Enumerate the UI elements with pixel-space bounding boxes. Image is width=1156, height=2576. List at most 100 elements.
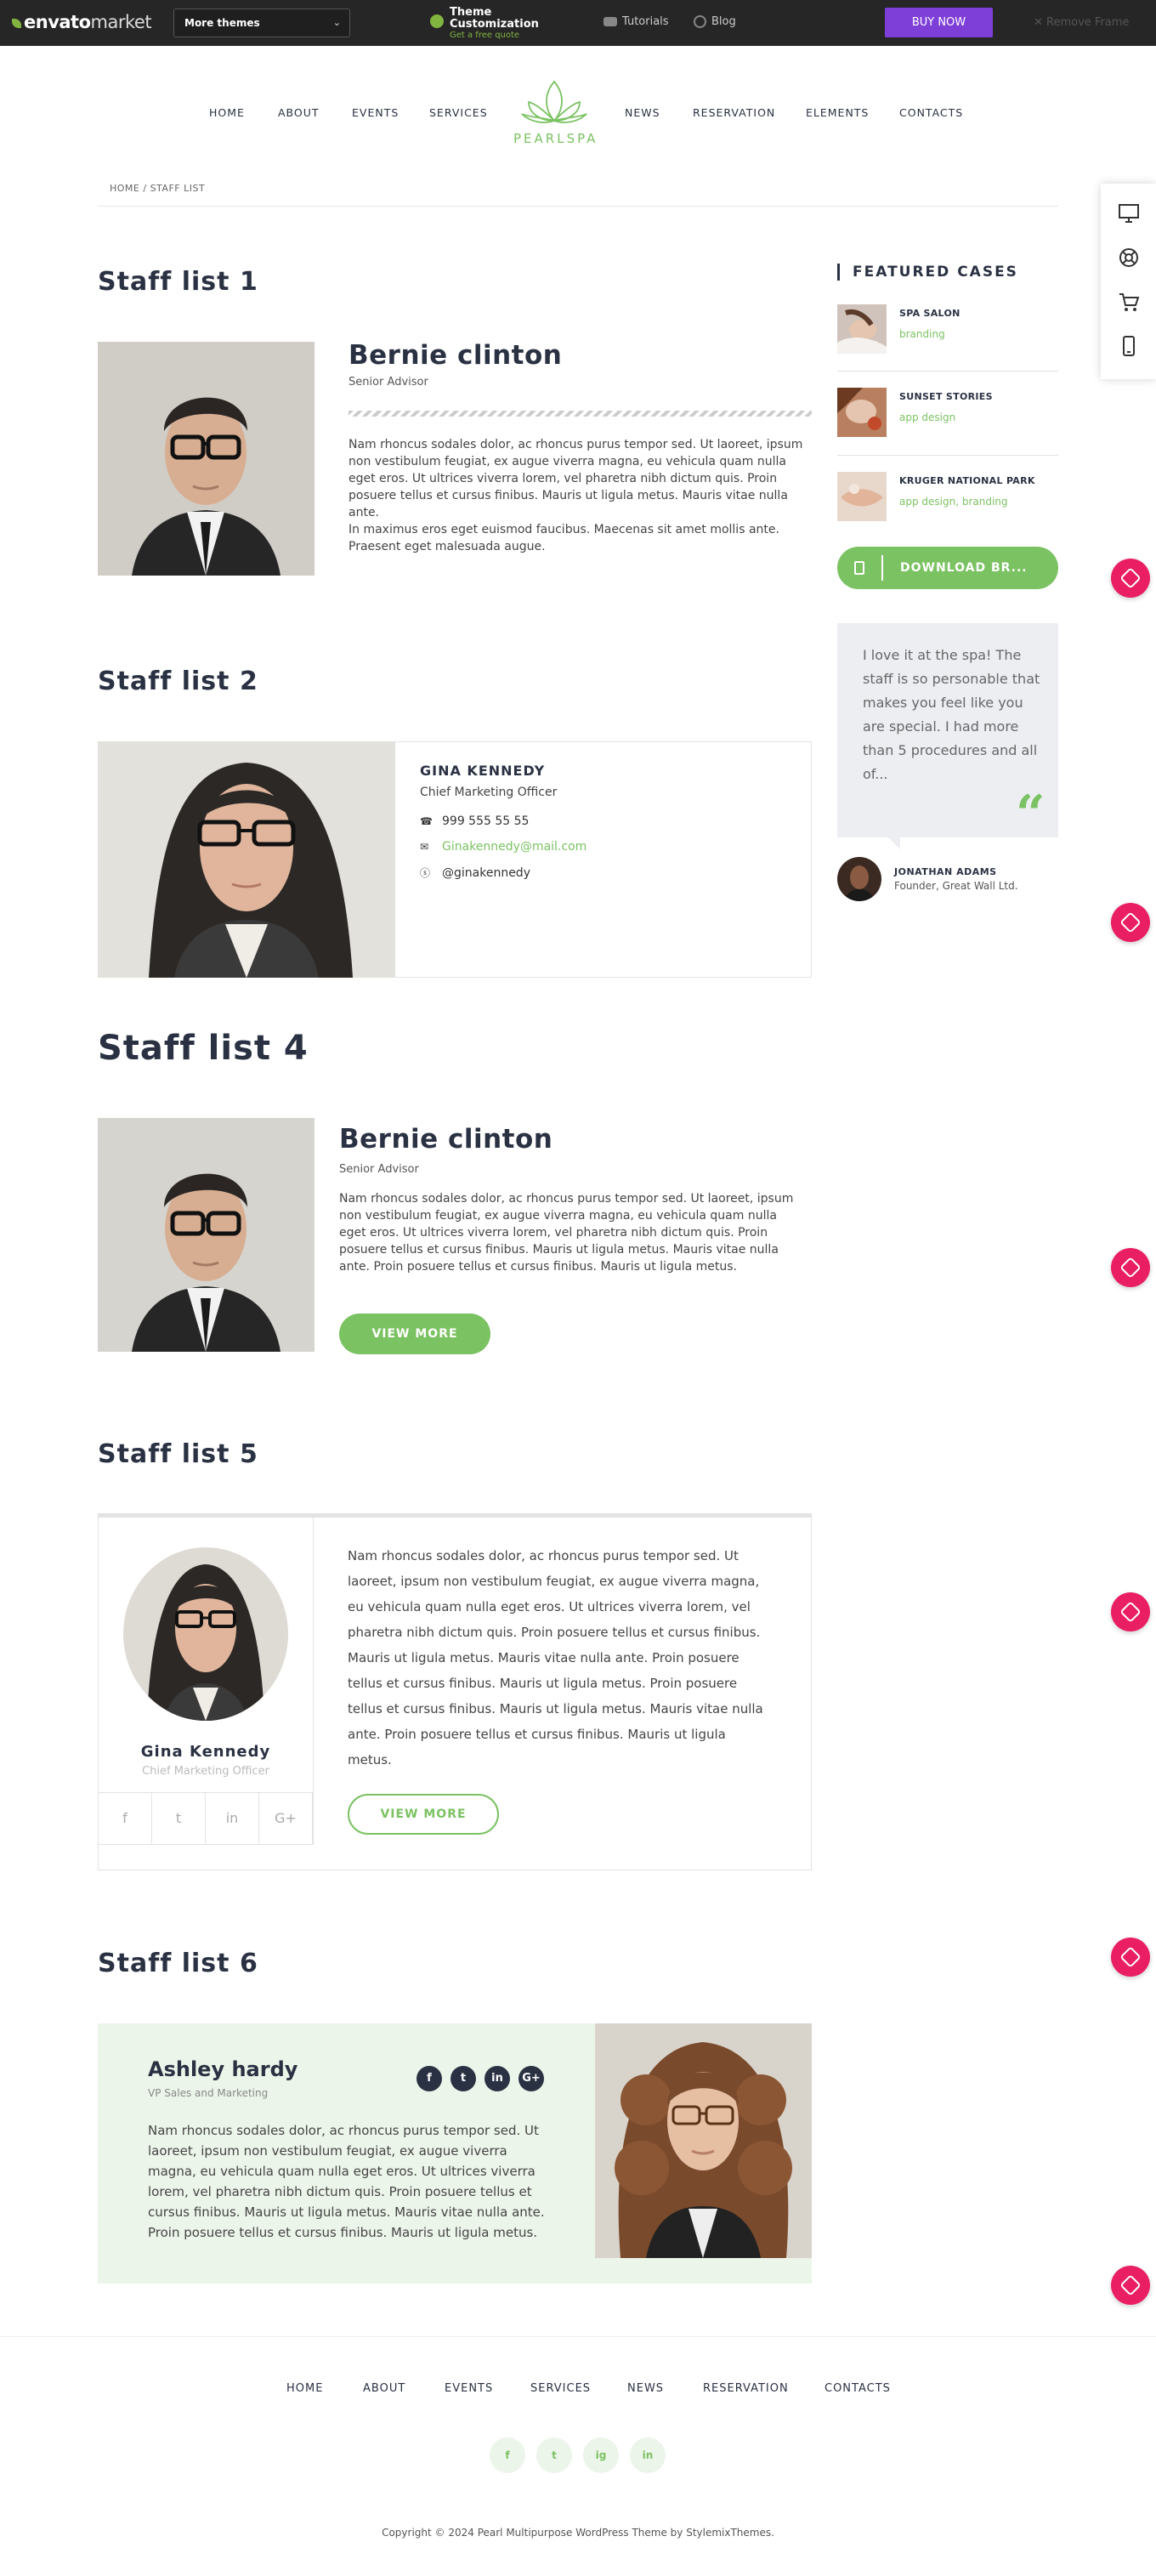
linkedin-icon[interactable]: in bbox=[205, 1792, 259, 1845]
case-title[interactable]: SPA SALON bbox=[899, 308, 1061, 319]
layers-button[interactable] bbox=[1111, 1248, 1150, 1287]
mobile-icon[interactable] bbox=[1118, 335, 1140, 357]
linkedin-icon[interactable]: in bbox=[484, 2066, 510, 2091]
staff5-bio: Nam rhoncus sodales dolor, ac rhoncus pu… bbox=[348, 1548, 763, 1767]
section-title-staff1: Staff list 1 bbox=[98, 267, 258, 297]
google-plus-icon[interactable]: G+ bbox=[258, 1792, 313, 1845]
case-thumbnail[interactable] bbox=[837, 304, 887, 354]
staff2-phone: ☎ 999 555 55 55 bbox=[420, 814, 529, 828]
case-title[interactable]: SUNSET STORIES bbox=[899, 391, 1061, 402]
footer-nav-home[interactable]: HOME bbox=[286, 2382, 323, 2395]
instagram-icon[interactable]: ig bbox=[583, 2437, 619, 2473]
staff2-skype: ⓢ @ginakennedy bbox=[420, 865, 530, 880]
staff6-bio: Nam rhoncus sodales dolor, ac rhoncus pu… bbox=[148, 2123, 545, 2240]
linkedin-icon[interactable]: in bbox=[630, 2437, 666, 2473]
twitter-icon[interactable]: t bbox=[151, 1792, 206, 1845]
nav-news[interactable]: NEWS bbox=[625, 106, 660, 119]
staff-photo-ashley bbox=[595, 2023, 812, 2258]
section-title-staff2: Staff list 2 bbox=[98, 667, 258, 696]
footer-nav-services[interactable]: SERVICES bbox=[530, 2382, 591, 2395]
staff2-email[interactable]: ✉ Ginakennedy@mail.com bbox=[420, 840, 586, 854]
facebook-icon[interactable]: f bbox=[98, 1792, 152, 1845]
section-title-staff5: Staff list 5 bbox=[98, 1439, 258, 1469]
mail-icon: ✉ bbox=[420, 841, 429, 853]
layers-button[interactable] bbox=[1111, 559, 1150, 598]
free-quote-label: Get a free quote bbox=[450, 31, 520, 40]
layers-button[interactable] bbox=[1111, 903, 1150, 942]
button-separator bbox=[881, 555, 883, 581]
breadcrumb[interactable]: HOME / STAFF LIST bbox=[110, 183, 205, 194]
buy-now-button[interactable]: BUY NOW bbox=[885, 8, 993, 37]
footer-nav-contacts[interactable]: CONTACTS bbox=[824, 2382, 891, 2395]
download-brochure-button[interactable]: DOWNLOAD BR... bbox=[837, 547, 1058, 589]
layers-icon bbox=[1119, 567, 1142, 589]
staff1-divider bbox=[348, 411, 812, 417]
tutorials-link[interactable]: Tutorials bbox=[604, 15, 669, 28]
layers-button[interactable] bbox=[1111, 1938, 1150, 1977]
footer-nav-reservation[interactable]: RESERVATION bbox=[703, 2382, 789, 2395]
footer-nav-news[interactable]: NEWS bbox=[627, 2382, 664, 2395]
blog-link[interactable]: Blog bbox=[694, 15, 736, 28]
more-themes-select[interactable]: More themes ⌄ bbox=[173, 9, 350, 37]
chevron-down-icon: ⌄ bbox=[332, 17, 341, 28]
footer-nav-about[interactable]: ABOUT bbox=[363, 2382, 405, 2395]
layers-button[interactable] bbox=[1111, 2266, 1150, 2305]
document-icon bbox=[854, 561, 864, 575]
nav-home[interactable]: HOME bbox=[209, 106, 245, 119]
layers-icon bbox=[1119, 1601, 1142, 1623]
nav-events[interactable]: EVENTS bbox=[352, 106, 399, 119]
facebook-icon[interactable]: f bbox=[416, 2066, 442, 2091]
staff2-position: Chief Marketing Officer bbox=[420, 786, 558, 799]
logo-text: PEARLSPA bbox=[513, 131, 598, 146]
layers-icon bbox=[1119, 911, 1142, 933]
gear-icon bbox=[430, 14, 444, 28]
staff4-view-more-button[interactable]: VIEW MORE bbox=[339, 1314, 490, 1354]
case-category[interactable]: app design bbox=[899, 411, 1061, 423]
tutorials-label: Tutorials bbox=[622, 15, 669, 28]
staff4-position: Senior Advisor bbox=[339, 1163, 419, 1176]
staff1-bio: Nam rhoncus sodales dolor, ac rhoncus pu… bbox=[348, 436, 812, 555]
envato-logo-brand: envato bbox=[24, 12, 91, 32]
cart-icon[interactable] bbox=[1118, 291, 1140, 313]
nav-about[interactable]: ABOUT bbox=[278, 106, 320, 119]
nav-reservation[interactable]: RESERVATION bbox=[693, 106, 775, 119]
twitter-icon[interactable]: t bbox=[450, 2066, 476, 2091]
staff4-name: Bernie clinton bbox=[339, 1124, 553, 1155]
case-category[interactable]: app design, branding bbox=[899, 496, 1061, 508]
layers-icon bbox=[1119, 1257, 1142, 1279]
testimonial-tail bbox=[888, 837, 900, 849]
envato-logo-market: market bbox=[90, 12, 152, 32]
google-plus-icon[interactable]: G+ bbox=[518, 2066, 544, 2091]
pearlspa-logo[interactable]: PEARLSPA bbox=[513, 78, 595, 155]
theme-customization-label: Theme Customization bbox=[450, 6, 539, 31]
download-label: DOWNLOAD BR... bbox=[900, 561, 1028, 575]
remove-frame-link[interactable]: ✕ Remove Frame bbox=[1034, 16, 1129, 29]
staff1-name: Bernie clinton bbox=[348, 340, 563, 371]
quote-mark-icon: “ bbox=[1016, 785, 1046, 844]
case-thumbnail[interactable] bbox=[837, 472, 887, 521]
staff2-email-value[interactable]: Ginakennedy@mail.com bbox=[442, 840, 586, 854]
staff1-position: Senior Advisor bbox=[348, 376, 428, 389]
blog-label: Blog bbox=[711, 15, 736, 28]
layers-button[interactable] bbox=[1111, 1592, 1150, 1631]
envato-logo[interactable]: envatomarket bbox=[12, 12, 152, 32]
twitter-icon[interactable]: t bbox=[536, 2437, 572, 2473]
case-category[interactable]: branding bbox=[899, 328, 1061, 340]
staff6-name: Ashley hardy bbox=[148, 2057, 298, 2081]
facebook-icon[interactable]: f bbox=[490, 2437, 525, 2473]
footer-nav-events[interactable]: EVENTS bbox=[445, 2382, 493, 2395]
nav-services[interactable]: SERVICES bbox=[429, 106, 488, 119]
layers-icon bbox=[1119, 2274, 1142, 2296]
support-icon[interactable] bbox=[1118, 247, 1140, 269]
lotus-icon bbox=[521, 80, 587, 123]
nav-contacts[interactable]: CONTACTS bbox=[899, 106, 963, 119]
copyright-text: Copyright © 2024 Pearl Multipurpose Word… bbox=[382, 2527, 774, 2539]
youtube-icon bbox=[604, 17, 617, 26]
desktop-icon[interactable] bbox=[1118, 202, 1140, 224]
case-title[interactable]: KRUGER NATIONAL PARK bbox=[899, 475, 1061, 486]
case-thumbnail[interactable] bbox=[837, 388, 887, 437]
nav-elements[interactable]: ELEMENTS bbox=[806, 106, 869, 119]
featured-cases-title: FEATURED CASES bbox=[837, 264, 1018, 281]
staff2-skype-value: @ginakennedy bbox=[442, 866, 530, 880]
staff5-view-more-button[interactable]: VIEW MORE bbox=[348, 1794, 499, 1835]
